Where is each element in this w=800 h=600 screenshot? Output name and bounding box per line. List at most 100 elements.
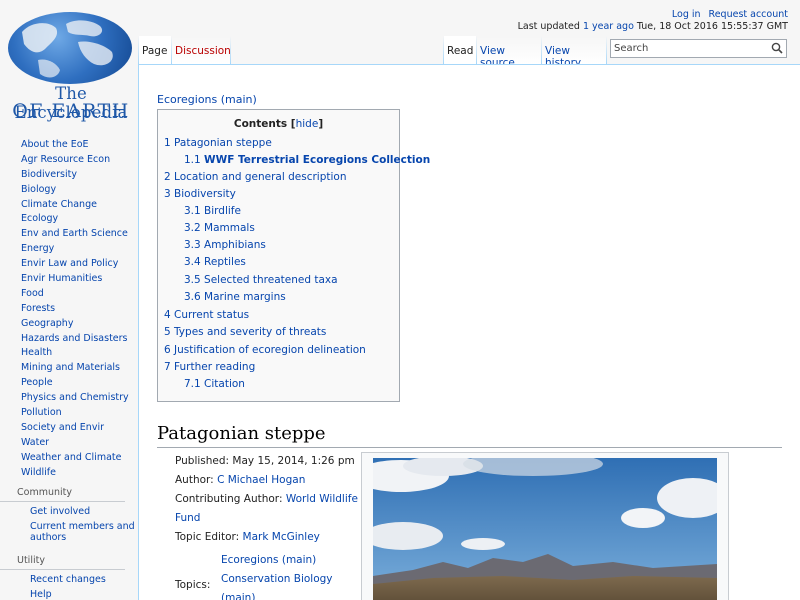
utility-list: Recent changes Help: [0, 574, 138, 600]
toc-item[interactable]: 3.6 Marine margins: [184, 291, 286, 303]
tab-discussion-label: Discussion: [175, 45, 231, 57]
toc-item[interactable]: 3.3 Amphibians: [184, 239, 266, 251]
community-heading: Community: [0, 487, 125, 503]
toc-hide-link[interactable]: hide: [296, 118, 319, 130]
sidebar-item[interactable]: Envir Humanities: [0, 272, 138, 287]
personal-tools: Log in Request account Last updated 1 yea…: [518, 9, 788, 32]
toc-item[interactable]: 3.2 Mammals: [184, 222, 255, 234]
toc-number: 3.2: [184, 222, 201, 234]
toc-text: WWF Terrestrial Ecoregions Collection: [204, 154, 431, 166]
breadcrumb[interactable]: Ecoregions (main): [157, 93, 257, 106]
community-item[interactable]: Current members and authors: [0, 521, 138, 543]
utility-item[interactable]: Recent changes: [0, 574, 138, 585]
toc-number: 3.4: [184, 256, 201, 268]
sidebar-item[interactable]: Health: [0, 346, 138, 361]
toc-number: 5: [164, 326, 171, 338]
toc-item[interactable]: 3.4 Reptiles: [184, 256, 246, 268]
community-list: Get involved Current members and authors: [0, 506, 138, 543]
toc-text: Location and general description: [174, 171, 347, 183]
toc-item[interactable]: 7.1 Citation: [184, 378, 245, 390]
author-label: Author:: [175, 474, 214, 486]
sidebar-item[interactable]: Physics and Chemistry: [0, 391, 138, 406]
contributing-author-link[interactable]: World Wildlife: [286, 493, 358, 505]
search-input[interactable]: Search: [610, 39, 787, 58]
sidebar-item[interactable]: Env and Earth Science: [0, 227, 138, 242]
sidebar-item[interactable]: Ecology: [0, 212, 138, 227]
sidebar-item[interactable]: Biology: [0, 183, 138, 198]
search-icon[interactable]: [771, 42, 783, 57]
author-link[interactable]: C Michael Hogan: [217, 474, 305, 486]
toc-item[interactable]: 3 Biodiversity: [164, 188, 236, 200]
site-logo[interactable]: The Encyclopedia OF EARTH: [6, 12, 134, 122]
toc-item[interactable]: 1 Patagonian steppe: [164, 137, 272, 149]
topic-link[interactable]: Ecoregions (main): [221, 551, 333, 570]
sidebar-item[interactable]: Geography: [0, 317, 138, 332]
last-updated-ago-link[interactable]: 1 year ago: [583, 21, 634, 32]
sidebar-item[interactable]: Forests: [0, 302, 138, 317]
contributing-author-row: Contributing Author: World Wildlife: [175, 493, 358, 505]
tab-page-label: Page: [142, 45, 168, 57]
sidebar-item[interactable]: Water: [0, 436, 138, 451]
contributing-author-label: Contributing Author:: [175, 493, 283, 505]
last-updated-prefix: Last updated: [517, 21, 580, 32]
toc-title-text: Contents: [233, 118, 288, 130]
sidebar-item[interactable]: People: [0, 376, 138, 391]
toc-text: Selected threatened taxa: [204, 274, 338, 286]
tab-read[interactable]: Read: [444, 36, 476, 64]
tab-view-source[interactable]: View source: [477, 36, 541, 69]
contributing-author-link-cont[interactable]: Fund: [175, 512, 200, 524]
toc-text: Types and severity of threats: [174, 326, 327, 338]
patagonian-steppe-photo[interactable]: [373, 458, 717, 600]
toc-text: Amphibians: [204, 239, 266, 251]
toc-text: Marine margins: [204, 291, 286, 303]
topic-link[interactable]: (main): [221, 589, 333, 600]
section-heading: Patagonian steppe: [157, 423, 782, 448]
community-item[interactable]: Get involved: [0, 506, 138, 517]
sidebar-item[interactable]: Agr Resource Econ: [0, 153, 138, 168]
sidebar-item[interactable]: Wildlife: [0, 466, 138, 481]
toc-item[interactable]: 3.1 Birdlife: [184, 205, 241, 217]
sidebar-item[interactable]: Climate Change: [0, 198, 138, 213]
tab-view-history[interactable]: View history: [542, 36, 606, 69]
sidebar-item[interactable]: Food: [0, 287, 138, 302]
sidebar-item[interactable]: Weather and Climate: [0, 451, 138, 466]
toc-number: 7: [164, 361, 171, 373]
sidebar-item[interactable]: Hazards and Disasters: [0, 332, 138, 347]
toc-item[interactable]: 5 Types and severity of threats: [164, 326, 326, 338]
tab-discussion[interactable]: Discussion: [172, 36, 231, 64]
toc-item[interactable]: 2 Location and general description: [164, 171, 347, 183]
topic-editor-link[interactable]: Mark McGinley: [243, 531, 320, 543]
toc-number: 3.1: [184, 205, 201, 217]
toc-text: Justification of ecoregion delineation: [174, 344, 366, 356]
sidebar-item[interactable]: Energy: [0, 242, 138, 257]
content-area: Ecoregions (main) Contents [hide] 1 Pata…: [138, 64, 800, 600]
utility-item[interactable]: Help: [0, 589, 138, 600]
toc-text: Citation: [204, 378, 245, 390]
sidebar-item[interactable]: Biodiversity: [0, 168, 138, 183]
toc-item[interactable]: 3.5 Selected threatened taxa: [184, 274, 338, 286]
topic-link[interactable]: Conservation Biology: [221, 570, 333, 589]
toc-item[interactable]: 7 Further reading: [164, 361, 255, 373]
toc-item[interactable]: 1.1 WWF Terrestrial Ecoregions Collectio…: [184, 154, 430, 166]
published-date: Published: May 15, 2014, 1:26 pm: [175, 455, 355, 467]
sidebar-item[interactable]: Society and Envir: [0, 421, 138, 436]
image-frame: [361, 452, 729, 600]
toc-text: Birdlife: [204, 205, 241, 217]
tab-page[interactable]: Page: [139, 36, 171, 64]
sidebar-item[interactable]: Mining and Materials: [0, 361, 138, 376]
request-account-link[interactable]: Request account: [709, 9, 788, 20]
toc-item[interactable]: 4 Current status: [164, 309, 249, 321]
utility-heading: Utility: [0, 555, 125, 571]
sidebar-item[interactable]: About the EoE: [0, 138, 138, 153]
toc-item[interactable]: 6 Justification of ecoregion delineation: [164, 344, 366, 356]
sidebar-item[interactable]: Pollution: [0, 406, 138, 421]
toc-title: Contents [hide]: [233, 118, 324, 130]
sidebar: About the EoE Agr Resource Econ Biodiversi…: [0, 138, 138, 600]
sidebar-item[interactable]: Envir Law and Policy: [0, 257, 138, 272]
toc-text: Further reading: [174, 361, 256, 373]
toc-text: Reptiles: [204, 256, 246, 268]
toc-number: 6: [164, 344, 171, 356]
toc-text: Current status: [174, 309, 250, 321]
logo-text-line2: OF EARTH: [12, 100, 130, 122]
login-link[interactable]: Log in: [672, 9, 701, 20]
